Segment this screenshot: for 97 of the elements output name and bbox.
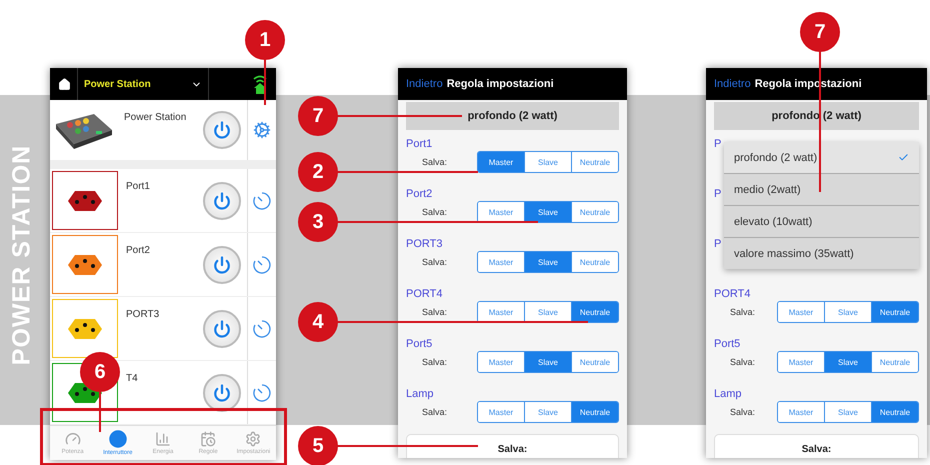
segment[interactable]: Slave: [824, 302, 871, 322]
port-name: Port5: [714, 337, 740, 351]
power-button[interactable]: [203, 111, 241, 149]
bar-chart-icon: [155, 431, 171, 447]
segment[interactable]: Slave: [824, 402, 871, 422]
segment[interactable]: Neutrale: [571, 202, 618, 222]
save-label: Salva:: [730, 357, 756, 367]
home-icon[interactable]: [58, 78, 71, 90]
home-wifi-icon: [252, 74, 268, 94]
segment[interactable]: Neutrale: [871, 302, 918, 322]
segment[interactable]: Master: [478, 202, 524, 222]
port-name: Lamp: [714, 387, 742, 401]
save-label: Salva:: [422, 257, 448, 267]
device-name: Port1: [125, 180, 151, 194]
menu-option[interactable]: profondo (2 watt): [724, 142, 919, 174]
callout-number: 1: [245, 20, 285, 60]
mode-selector[interactable]: profondo (2 watt): [714, 102, 919, 130]
port-name: P: [714, 237, 722, 251]
port-name: Port1: [406, 137, 432, 151]
segment[interactable]: Master: [478, 302, 524, 322]
port-name: PORT3: [406, 237, 442, 251]
timer-button[interactable]: [252, 318, 272, 338]
port-name: Port5: [406, 337, 432, 351]
device-name: Port2: [125, 244, 151, 258]
segment[interactable]: Neutrale: [871, 352, 918, 372]
segment[interactable]: Neutrale: [571, 352, 618, 372]
timer-icon: [252, 190, 272, 210]
save-button[interactable]: Salva:: [406, 434, 619, 458]
segment[interactable]: Master: [778, 302, 824, 322]
timer-icon: [252, 254, 272, 274]
settings-icon[interactable]: [253, 121, 271, 139]
save-label: Salva:: [730, 407, 756, 417]
power-button[interactable]: [203, 374, 241, 412]
callout-number: 5: [298, 426, 338, 465]
segment[interactable]: Neutrale: [871, 402, 918, 422]
socket-icon: [67, 318, 103, 340]
timer-icon: [252, 318, 272, 338]
power-button[interactable]: [203, 246, 241, 284]
segment[interactable]: Slave: [524, 402, 571, 422]
segment[interactable]: Slave: [524, 352, 571, 372]
port-name: P: [714, 137, 722, 151]
screen-title: Regola impostazioni: [446, 78, 554, 90]
power-button[interactable]: [203, 182, 241, 220]
segment[interactable]: Slave: [524, 252, 571, 272]
back-link[interactable]: Indietro: [714, 78, 751, 90]
segment[interactable]: Master: [478, 402, 524, 422]
segment[interactable]: Slave: [824, 352, 871, 372]
callout-number: 7: [800, 12, 840, 52]
calendar-clock-icon: [200, 431, 216, 447]
device-name: Power Station: [123, 111, 188, 125]
segment[interactable]: Master: [478, 352, 524, 372]
save-label: Salva:: [422, 307, 448, 317]
port-name: Port2: [406, 187, 432, 201]
save-label: Salva:: [422, 357, 448, 367]
power-icon: [213, 121, 231, 139]
segment[interactable]: Neutrale: [571, 302, 618, 322]
port-name: Lamp: [406, 387, 434, 401]
save-label: Salva:: [422, 207, 448, 217]
power-icon: [213, 192, 231, 210]
menu-option[interactable]: elevato (10watt): [724, 206, 919, 238]
segment[interactable]: Neutrale: [571, 252, 618, 272]
mode-selector[interactable]: profondo (2 watt): [406, 102, 619, 130]
device-name: PORT3: [125, 308, 160, 322]
segment[interactable]: Slave: [524, 302, 571, 322]
power-icon: [213, 256, 231, 274]
segment[interactable]: Master: [478, 252, 524, 272]
segment[interactable]: Master: [478, 152, 524, 172]
timer-button[interactable]: [252, 254, 272, 274]
segment[interactable]: Master: [778, 402, 824, 422]
segment[interactable]: Slave: [524, 152, 571, 172]
settings-icon: [245, 431, 262, 447]
save-label: Salva:: [422, 407, 448, 417]
segment[interactable]: Slave: [524, 202, 571, 222]
save-label: Salva:: [422, 157, 448, 167]
menu-option[interactable]: medio (2watt): [724, 174, 919, 206]
port-name: P: [714, 187, 722, 201]
gauge-icon: [64, 431, 81, 447]
timer-button[interactable]: [252, 190, 272, 210]
back-link[interactable]: Indietro: [406, 78, 443, 90]
menu-option[interactable]: valore massimo (35watt): [724, 238, 919, 269]
segment[interactable]: Neutrale: [571, 152, 618, 172]
power-icon: [213, 320, 231, 338]
circle-icon: [108, 430, 127, 448]
socket-icon: [67, 254, 103, 276]
segment[interactable]: Master: [778, 352, 824, 372]
segment[interactable]: Neutrale: [571, 402, 618, 422]
port-name: PORT4: [714, 287, 750, 301]
socket-icon: [67, 190, 103, 212]
timer-button[interactable]: [252, 382, 272, 402]
save-button[interactable]: Salva:: [714, 434, 919, 458]
check-icon: [898, 152, 909, 163]
power-icon: [213, 384, 231, 402]
device-name: T4: [125, 372, 139, 386]
port-name: PORT4: [406, 287, 442, 301]
power-button[interactable]: [203, 310, 241, 348]
save-label: Salva:: [730, 307, 756, 317]
timer-icon: [252, 382, 272, 402]
